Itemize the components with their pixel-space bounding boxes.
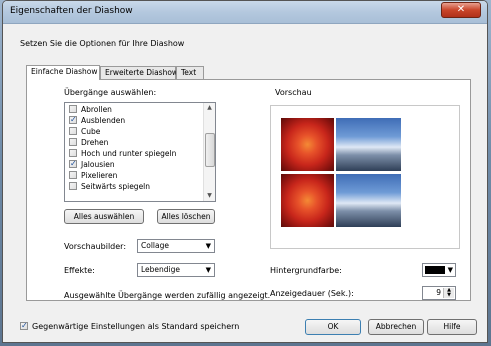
list-item[interactable]: Drehen bbox=[69, 138, 108, 149]
title-bar: Eigenschaften der Diashow ✕ bbox=[3, 1, 487, 24]
random-note: Ausgewählte Übergänge werden zufällig an… bbox=[64, 291, 271, 300]
tab-panel: Übergänge auswählen: Abrollen ✓ Ausblende… bbox=[26, 79, 471, 301]
tab-basic-slideshow[interactable]: Einfache Diashow bbox=[26, 65, 100, 80]
background-color-picker[interactable]: ▼ bbox=[422, 263, 456, 277]
checkbox-checked[interactable]: ✓ bbox=[69, 116, 77, 124]
checkbox[interactable] bbox=[69, 138, 77, 146]
spinner-arrows-icon[interactable]: ▲ ▼ bbox=[443, 288, 454, 298]
duration-spinner[interactable]: 9 ▲ ▼ bbox=[422, 286, 456, 300]
preview-label: Vorschau bbox=[275, 88, 312, 97]
list-item[interactable]: ✓ Ausblenden bbox=[69, 116, 125, 127]
chevron-down-icon: ▼ bbox=[447, 266, 453, 274]
checkbox-checked[interactable]: ✓ bbox=[69, 160, 77, 168]
transitions-list[interactable]: Abrollen ✓ Ausblenden Cube Drehen Hoch un… bbox=[64, 102, 216, 202]
dialog-window: Eigenschaften der Diashow ✕ Setzen Sie d… bbox=[2, 0, 488, 343]
tab-text[interactable]: Text bbox=[176, 66, 204, 79]
scroll-thumb[interactable] bbox=[205, 133, 215, 167]
preview-box: Vorschau bbox=[270, 88, 460, 249]
chevron-down-icon: ▼ bbox=[205, 242, 211, 250]
cancel-button[interactable]: Abbrechen bbox=[368, 319, 424, 335]
checkbox[interactable] bbox=[69, 171, 77, 179]
thumbnails-label: Vorschaubilder: bbox=[64, 242, 127, 251]
thumbnails-select[interactable]: Collage ▼ bbox=[137, 239, 215, 253]
effects-label: Effekte: bbox=[64, 266, 95, 275]
checkbox[interactable] bbox=[69, 149, 77, 157]
list-item[interactable]: Pixelieren bbox=[69, 171, 117, 182]
tab-advanced-slideshow[interactable]: Erweiterte Diashow bbox=[100, 66, 178, 79]
duration-label: Anzeigedauer (Sek.): bbox=[270, 289, 354, 298]
select-all-button[interactable]: Alles auswählen bbox=[64, 209, 144, 224]
checkbox[interactable] bbox=[69, 105, 77, 113]
list-item[interactable]: Hoch und runter spiegeln bbox=[69, 149, 176, 160]
chevron-down-icon: ▼ bbox=[205, 266, 211, 274]
scroll-up-icon[interactable]: ▲ bbox=[204, 103, 215, 113]
checkbox-checked[interactable]: ✓ bbox=[20, 321, 28, 330]
checkbox[interactable] bbox=[69, 127, 77, 135]
preview-image-flower bbox=[281, 118, 334, 171]
preview-image-flower bbox=[281, 174, 334, 227]
preview-image-mountain bbox=[336, 174, 401, 227]
preview-image-mountain bbox=[336, 118, 401, 171]
list-item[interactable]: Seitwärts spiegeln bbox=[69, 182, 150, 193]
window-title: Eigenschaften der Diashow bbox=[10, 6, 133, 16]
help-button[interactable]: Hilfe bbox=[427, 319, 477, 335]
close-icon: ✕ bbox=[456, 4, 466, 15]
list-item[interactable]: ✓ Jalousien bbox=[69, 160, 115, 171]
ok-button[interactable]: OK bbox=[305, 319, 361, 335]
transitions-label: Übergänge auswählen: bbox=[64, 88, 157, 97]
list-item[interactable]: Cube bbox=[69, 127, 100, 138]
list-scrollbar[interactable]: ▲ ▼ bbox=[203, 103, 215, 201]
close-button[interactable]: ✕ bbox=[441, 2, 481, 18]
checkbox[interactable] bbox=[69, 182, 77, 190]
save-default-checkbox[interactable]: ✓ Gegenwärtige Einstellungen als Standard… bbox=[20, 321, 239, 331]
color-swatch bbox=[425, 266, 445, 274]
background-color-label: Hintergrundfarbe: bbox=[270, 266, 342, 275]
scroll-down-icon[interactable]: ▼ bbox=[204, 191, 215, 201]
dialog-body: Setzen Sie die Optionen für Ihre Diashow… bbox=[3, 24, 487, 342]
effects-select[interactable]: Lebendige ▼ bbox=[137, 263, 215, 277]
intro-text: Setzen Sie die Optionen für Ihre Diashow bbox=[20, 39, 185, 48]
clear-all-button[interactable]: Alles löschen bbox=[157, 209, 215, 224]
